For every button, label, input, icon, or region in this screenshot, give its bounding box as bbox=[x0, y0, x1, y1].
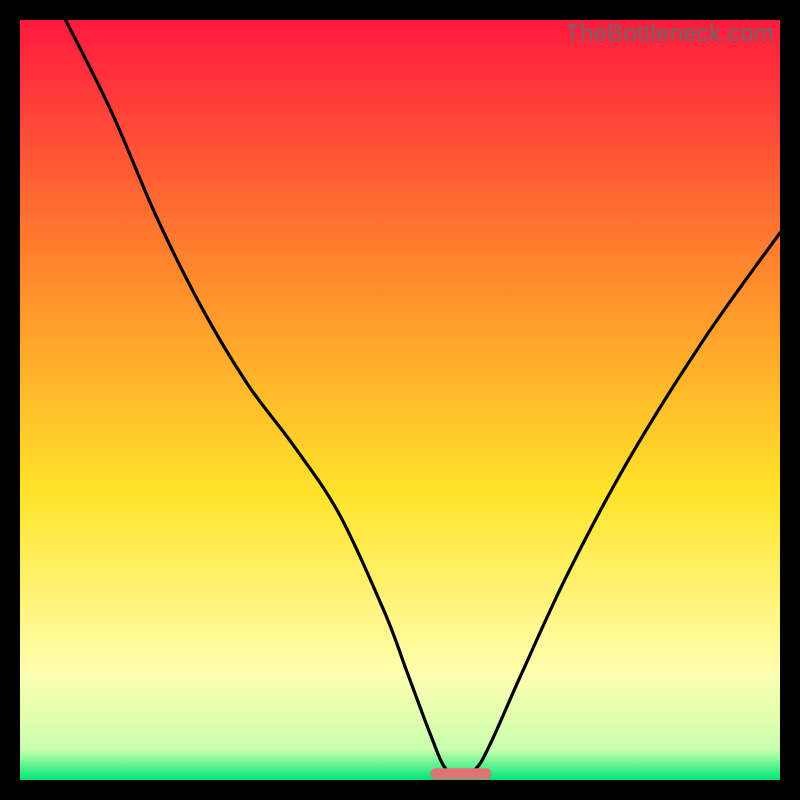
bottleneck-chart bbox=[20, 20, 780, 780]
chart-frame: TheBottleneck.com bbox=[20, 20, 780, 780]
optimal-range-marker bbox=[430, 768, 491, 779]
watermark-text: TheBottleneck.com bbox=[565, 20, 774, 48]
